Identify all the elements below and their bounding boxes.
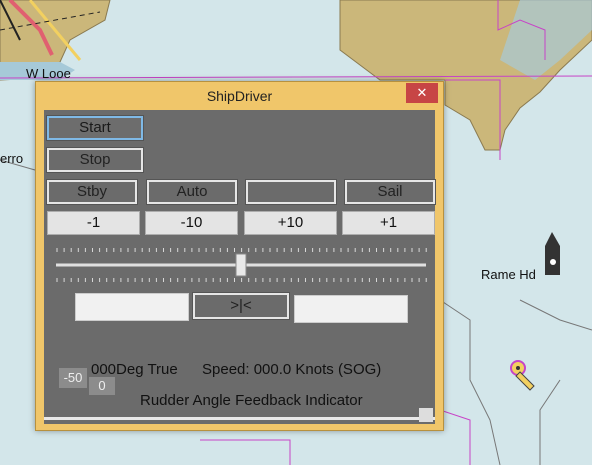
slider-ticks-bottom xyxy=(56,278,427,282)
slider-thumb xyxy=(235,253,247,277)
map-label-w-looe: W Looe xyxy=(26,66,71,81)
plus1-button[interactable]: +1 xyxy=(342,211,435,235)
heading-readout: 000Deg True xyxy=(91,361,178,378)
minus10-button[interactable]: -10 xyxy=(145,211,238,235)
plus10-button[interactable]: +10 xyxy=(244,211,337,235)
shipdriver-window: ShipDriver ✕ Start Stop Stby Auto Sail -… xyxy=(35,81,444,431)
window-title: ShipDriver xyxy=(206,88,273,104)
center-button[interactable]: >|< xyxy=(192,292,290,320)
status-bar xyxy=(44,417,435,420)
stby-button[interactable]: Stby xyxy=(46,179,138,205)
rudder-label: Rudder Angle Feedback Indicator xyxy=(140,392,363,409)
starboard-indicator-field xyxy=(294,295,408,323)
rudder-slider[interactable] xyxy=(54,246,429,284)
start-button[interactable]: Start xyxy=(46,115,144,141)
rudder-value: 0 xyxy=(89,377,115,395)
title-bar[interactable]: ShipDriver ✕ xyxy=(36,82,443,110)
rudder-min-value: -50 xyxy=(59,368,87,388)
stop-button[interactable]: Stop xyxy=(46,147,144,173)
speed-readout: Speed: 000.0 Knots (SOG) xyxy=(202,361,382,378)
blank-button[interactable] xyxy=(245,179,337,205)
map-label-rame-hd: Rame Hd xyxy=(481,267,536,282)
sail-button[interactable]: Sail xyxy=(344,179,436,205)
resize-grip-icon[interactable] xyxy=(419,408,433,422)
map-label-erro: erro xyxy=(0,151,24,166)
control-panel: Start Stop Stby Auto Sail -1 -10 +10 +1 … xyxy=(44,110,436,424)
port-indicator-field xyxy=(75,293,189,321)
minus1-button[interactable]: -1 xyxy=(47,211,140,235)
slider-ticks-top xyxy=(56,248,427,252)
close-button[interactable]: ✕ xyxy=(406,83,438,103)
auto-button[interactable]: Auto xyxy=(146,179,238,205)
